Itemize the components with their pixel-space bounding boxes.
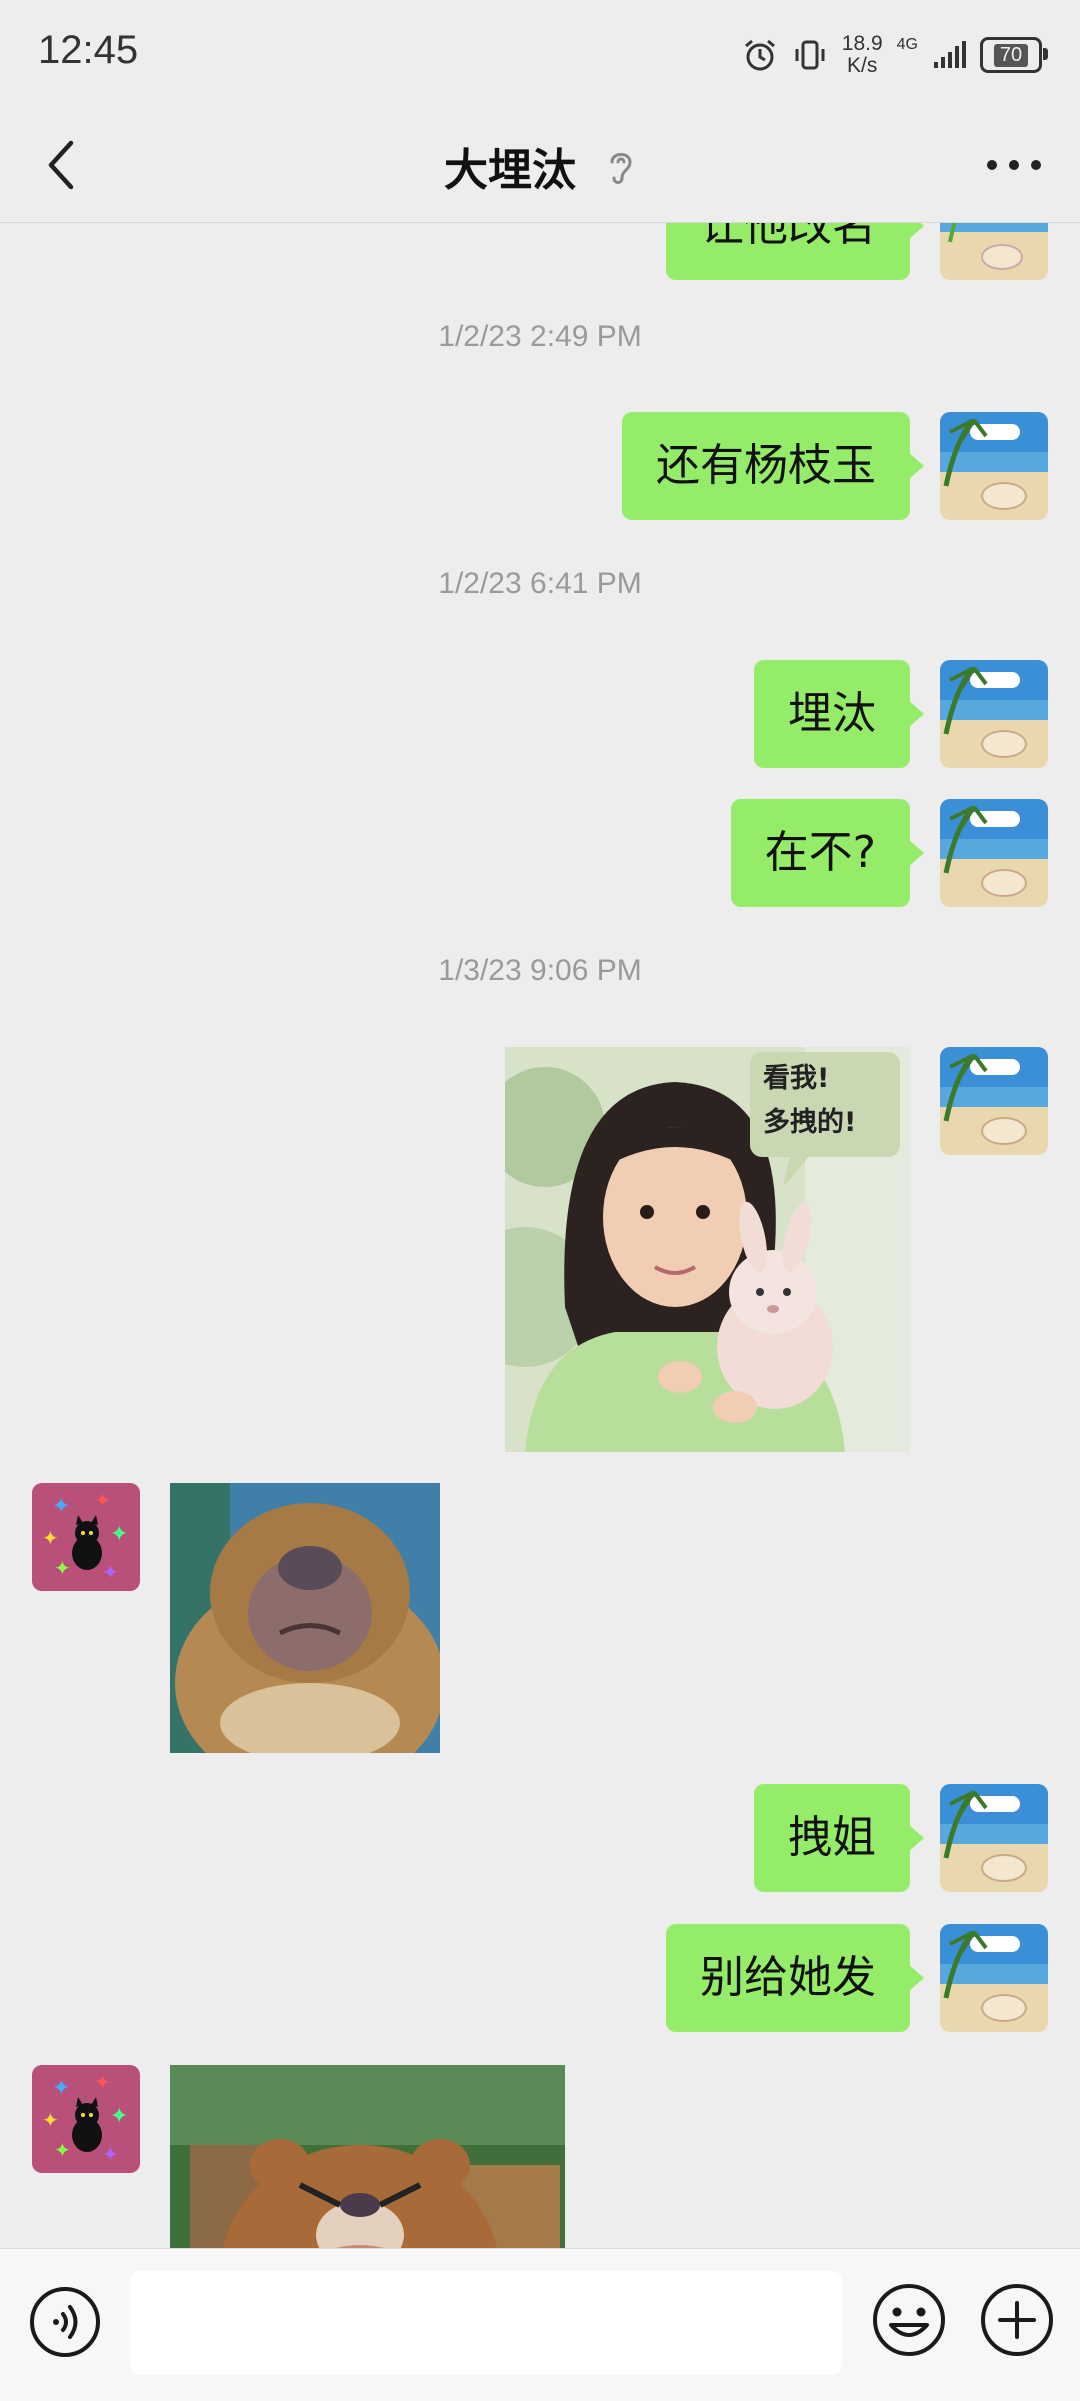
my-avatar[interactable] xyxy=(940,1784,1048,1892)
network-type: 4G xyxy=(896,36,918,53)
timestamp: 1/2/23 2:49 PM xyxy=(438,320,642,353)
timestamp: 1/2/23 6:41 PM xyxy=(438,567,642,600)
beach-avatar-image xyxy=(940,222,1048,280)
status-time: 12:45 xyxy=(38,28,139,72)
plus-circle-icon xyxy=(981,2284,1053,2356)
more-options-button[interactable] xyxy=(974,130,1054,200)
black-cat-avatar-image: ✦ ✦ ✦ ✦ ✦ ✦ xyxy=(32,2065,140,2173)
beach-avatar-image xyxy=(940,1784,1048,1892)
voice-input-button[interactable] xyxy=(28,2285,102,2359)
beach-avatar-image xyxy=(940,660,1048,768)
message-text: 拽姐 xyxy=(788,1812,876,1863)
beach-avatar-image xyxy=(940,1924,1048,2032)
beach-avatar-image xyxy=(940,799,1048,907)
network-speed-value: 18.9 xyxy=(841,32,883,55)
status-bar: 12:45 18.9 K/s 4G 70 xyxy=(0,0,1080,110)
earpiece-mode-icon xyxy=(610,153,632,184)
beach-avatar-image xyxy=(940,412,1048,520)
chat-title-container: 大埋汰 xyxy=(0,134,1080,198)
emoji-icon xyxy=(873,2284,945,2356)
input-bar xyxy=(0,2248,1080,2401)
message-text: 还有杨枝玉 xyxy=(656,440,876,491)
svg-text:✦: ✦ xyxy=(54,1556,71,1580)
svg-text:✦: ✦ xyxy=(52,2076,70,2101)
message-bubble-outgoing[interactable]: 拽姐 xyxy=(754,1784,924,1892)
message-bubble-outgoing[interactable]: 还有杨枝玉 xyxy=(622,412,924,520)
message-text: 让他改名 xyxy=(700,222,876,251)
more-functions-button[interactable] xyxy=(978,2281,1056,2359)
angry-bear-sticker-image xyxy=(170,2065,565,2248)
sticker-message-outgoing[interactable]: 看我! 多拽的! xyxy=(505,1047,910,1452)
svg-text:✦: ✦ xyxy=(110,2104,128,2129)
message-text: 埋汰 xyxy=(788,688,876,739)
contact-avatar[interactable]: ✦ ✦ ✦ ✦ ✦ ✦ xyxy=(32,2065,140,2173)
vibrate-icon xyxy=(795,40,825,70)
svg-text:✦: ✦ xyxy=(94,2070,111,2094)
my-avatar[interactable] xyxy=(940,660,1048,768)
battery-icon: 70 xyxy=(980,37,1048,73)
chat-title: 大埋汰 xyxy=(444,145,576,196)
more-dots-icon xyxy=(987,160,1041,170)
svg-text:✦: ✦ xyxy=(102,2142,119,2166)
chat-message-list[interactable]: 让他改名 1/2/23 2:49 PM 还有杨枝玉 1/2/23 6:41 PM… xyxy=(0,222,1080,2248)
battery-level: 70 xyxy=(993,43,1029,67)
svg-text:✦: ✦ xyxy=(52,1494,70,1519)
beach-avatar-image xyxy=(940,1047,1048,1155)
message-input[interactable] xyxy=(130,2271,842,2375)
chat-header: 大埋汰 xyxy=(0,110,1080,223)
black-cat-avatar-image: ✦ ✦ ✦ ✦ ✦ ✦ xyxy=(32,1483,140,1591)
svg-text:✦: ✦ xyxy=(94,1488,111,1512)
message-bubble-outgoing[interactable]: 埋汰 xyxy=(754,660,924,768)
message-bubble-outgoing[interactable]: 让他改名 xyxy=(666,222,924,280)
voice-icon xyxy=(30,2287,100,2357)
my-avatar[interactable] xyxy=(940,1047,1048,1155)
sticker-message-incoming[interactable] xyxy=(170,2065,565,2248)
message-text: 别给她发 xyxy=(700,1952,876,2003)
my-avatar[interactable] xyxy=(940,222,1048,280)
bear-face-sticker-image xyxy=(170,1483,440,1753)
svg-text:✦: ✦ xyxy=(42,2108,59,2132)
network-speed: 18.9 K/s xyxy=(842,33,883,77)
sticker-caption: 看我! 多拽的! xyxy=(763,1057,856,1145)
my-avatar[interactable] xyxy=(940,799,1048,907)
message-text: 在不? xyxy=(764,827,876,878)
signal-icon xyxy=(934,41,966,68)
sticker-caption-line: 多拽的! xyxy=(763,1107,857,1138)
alarm-icon xyxy=(744,39,775,71)
my-avatar[interactable] xyxy=(940,412,1048,520)
svg-text:✦: ✦ xyxy=(54,2138,71,2162)
message-bubble-outgoing[interactable]: 别给她发 xyxy=(666,1924,924,2032)
emoji-button[interactable] xyxy=(870,2281,948,2359)
svg-text:✦: ✦ xyxy=(102,1560,119,1584)
message-bubble-outgoing[interactable]: 在不? xyxy=(730,799,925,907)
my-avatar[interactable] xyxy=(940,1924,1048,2032)
svg-text:✦: ✦ xyxy=(42,1526,59,1550)
timestamp: 1/3/23 9:06 PM xyxy=(438,954,642,987)
contact-avatar[interactable]: ✦ ✦ ✦ ✦ ✦ ✦ xyxy=(32,1483,140,1591)
status-icons: 18.9 K/s 4G 70 xyxy=(742,30,1048,80)
network-speed-unit: K/s xyxy=(847,54,878,77)
svg-text:✦: ✦ xyxy=(110,1522,128,1547)
sticker-caption-line: 看我! xyxy=(763,1063,830,1094)
sticker-message-incoming[interactable] xyxy=(170,1483,440,1753)
